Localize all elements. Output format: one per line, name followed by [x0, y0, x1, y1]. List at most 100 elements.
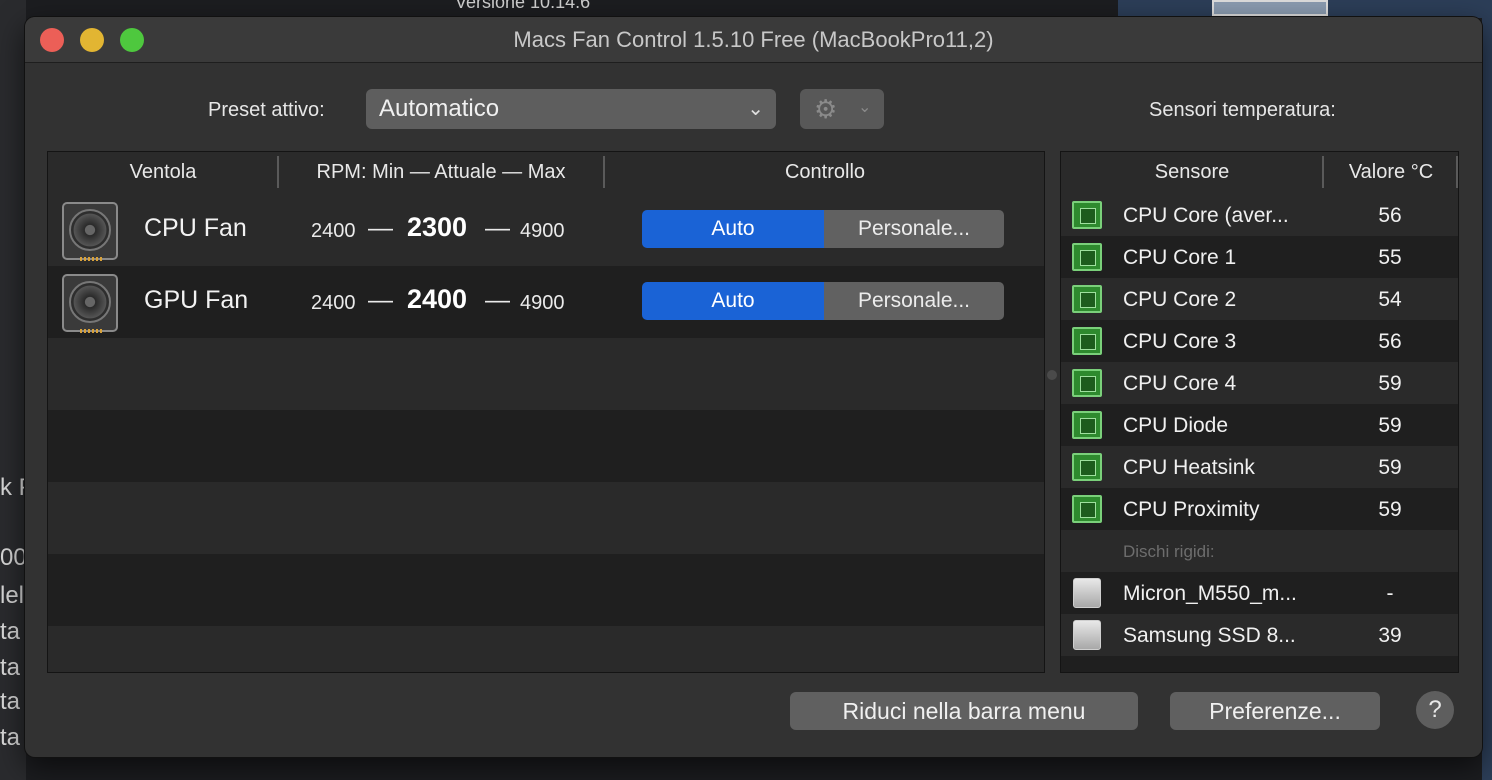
table-row[interactable]: CPU Fan 2400 — 2300 — 4900 Auto Personal… — [48, 194, 1044, 266]
column-header-control[interactable]: Controllo — [605, 152, 1044, 194]
sensor-value: 56 — [1378, 204, 1402, 227]
rpm-current: 2400 — [407, 284, 468, 314]
hard-disk-icon — [1073, 578, 1101, 608]
fan-icon — [62, 202, 118, 261]
disk-name: Micron_M550_m... — [1123, 582, 1297, 605]
disk-name: Samsung SSD 8... — [1123, 624, 1296, 647]
disk-value: 39 — [1378, 624, 1402, 647]
table-row[interactable]: CPU Diode 59 — [1061, 404, 1458, 446]
sensors-title: Sensori temperatura: — [1149, 99, 1336, 121]
rpm-max: 4900 — [520, 292, 565, 314]
sensor-value: 59 — [1378, 414, 1402, 437]
empty-row — [48, 482, 1044, 554]
column-header-rpm[interactable]: RPM: Min — Attuale — Max — [279, 152, 603, 194]
sensor-name: CPU Heatsink — [1123, 456, 1255, 479]
table-row[interactable]: GPU Fan 2400 — 2400 — 4900 Auto Personal… — [48, 266, 1044, 338]
table-row[interactable]: CPU Proximity 59 — [1061, 488, 1458, 530]
background-text: ta — [0, 724, 21, 751]
rpm-separator: — — [368, 214, 393, 242]
hard-disk-icon — [1073, 620, 1101, 650]
sensor-value: 54 — [1378, 288, 1402, 311]
auto-control-button[interactable]: Auto — [642, 282, 824, 320]
fan-control-segmented: Auto Personale... — [642, 282, 1004, 320]
column-header-fan[interactable]: Ventola — [48, 152, 278, 194]
disk-group-label: Dischi rigidi: — [1123, 542, 1215, 561]
fan-table: Ventola RPM: Min — Attuale — Max Control… — [47, 151, 1045, 673]
table-row[interactable]: CPU Core (aver... 56 — [1061, 194, 1458, 236]
sensor-name: CPU Core 3 — [1123, 330, 1237, 353]
empty-row — [48, 338, 1044, 410]
title-bar[interactable]: Macs Fan Control 1.5.10 Free (MacBookPro… — [25, 17, 1482, 63]
background-window-edge — [1482, 0, 1492, 780]
background-text: 00 — [0, 544, 27, 571]
rpm-max: 4900 — [520, 220, 565, 242]
sensor-value: 55 — [1378, 246, 1402, 269]
auto-control-button[interactable]: Auto — [642, 210, 824, 248]
cpu-chip-icon — [1072, 495, 1102, 523]
background-text: ta — [0, 688, 21, 715]
custom-control-button[interactable]: Personale... — [824, 210, 1004, 248]
rpm-min: 2400 — [311, 220, 356, 242]
sensor-value: 59 — [1378, 498, 1402, 521]
fan-control-segmented: Auto Personale... — [642, 210, 1004, 248]
sensor-value: 59 — [1378, 372, 1402, 395]
split-view-handle[interactable] — [1047, 370, 1057, 380]
sensor-table: Sensore Valore °C CPU Core (aver... 56 C… — [1060, 151, 1459, 673]
empty-row — [48, 554, 1044, 626]
cpu-chip-icon — [1072, 411, 1102, 439]
table-row[interactable]: CPU Core 1 55 — [1061, 236, 1458, 278]
custom-control-button[interactable]: Personale... — [824, 282, 1004, 320]
gear-icon: ⚙ — [814, 94, 838, 124]
table-row[interactable]: CPU Heatsink 59 — [1061, 446, 1458, 488]
app-window: Macs Fan Control 1.5.10 Free (MacBookPro… — [25, 17, 1482, 757]
group-header-row: Dischi rigidi: — [1061, 530, 1458, 572]
column-header-sensor[interactable]: Sensore — [1061, 152, 1323, 194]
chevron-down-icon: ⌄ — [747, 98, 764, 120]
table-row[interactable]: CPU Core 4 59 — [1061, 362, 1458, 404]
cpu-chip-icon — [1072, 201, 1102, 229]
fan-table-header: Ventola RPM: Min — Attuale — Max Control… — [48, 152, 1044, 194]
sensor-name: CPU Core 1 — [1123, 246, 1237, 269]
empty-row — [1061, 656, 1458, 672]
background-text: lel — [0, 582, 25, 609]
empty-row — [48, 626, 1044, 672]
cpu-chip-icon — [1072, 243, 1102, 271]
cpu-chip-icon — [1072, 285, 1102, 313]
cpu-chip-icon — [1072, 369, 1102, 397]
column-header-value[interactable]: Valore °C — [1324, 152, 1458, 194]
table-row[interactable]: CPU Core 3 56 — [1061, 320, 1458, 362]
sensor-name: CPU Diode — [1123, 414, 1229, 437]
minimize-to-menubar-button[interactable]: Riduci nella barra menu — [790, 692, 1138, 730]
cpu-chip-icon — [1072, 453, 1102, 481]
fan-icon — [62, 274, 118, 333]
column-separator[interactable] — [1456, 156, 1458, 188]
background-text: ta — [0, 654, 21, 681]
table-row[interactable]: Samsung SSD 8... 39 — [1061, 614, 1458, 656]
sensor-name: CPU Core (aver... — [1123, 204, 1289, 227]
sensor-value: 59 — [1378, 456, 1402, 479]
settings-menu-button[interactable]: ⚙ ⌄ — [800, 89, 884, 129]
preset-label: Preset attivo: — [208, 99, 325, 121]
sensor-name: CPU Core 4 — [1123, 372, 1237, 395]
table-row[interactable]: CPU Core 2 54 — [1061, 278, 1458, 320]
background-thumbnail — [1212, 0, 1328, 16]
sensor-name: CPU Proximity — [1123, 498, 1260, 521]
sensor-value: 56 — [1378, 330, 1402, 353]
preset-selected-value: Automatico — [379, 95, 500, 122]
chevron-down-icon: ⌄ — [858, 99, 872, 116]
disk-value: - — [1386, 582, 1394, 605]
fan-name: CPU Fan — [144, 214, 247, 242]
background-version-text: Versione 10.14.6 — [455, 0, 591, 12]
sensor-table-header: Sensore Valore °C — [1061, 152, 1458, 194]
preferences-button[interactable]: Preferenze... — [1170, 692, 1380, 730]
rpm-current: 2300 — [407, 212, 468, 242]
window-title: Macs Fan Control 1.5.10 Free (MacBookPro… — [513, 27, 994, 52]
table-row[interactable]: Micron_M550_m... - — [1061, 572, 1458, 614]
help-button[interactable]: ? — [1416, 691, 1454, 729]
empty-row — [48, 410, 1044, 482]
fan-name: GPU Fan — [144, 286, 249, 314]
rpm-separator: — — [485, 214, 510, 242]
preset-dropdown[interactable]: Automatico ⌄ — [366, 89, 776, 129]
sensor-name: CPU Core 2 — [1123, 288, 1237, 311]
cpu-chip-icon — [1072, 327, 1102, 355]
